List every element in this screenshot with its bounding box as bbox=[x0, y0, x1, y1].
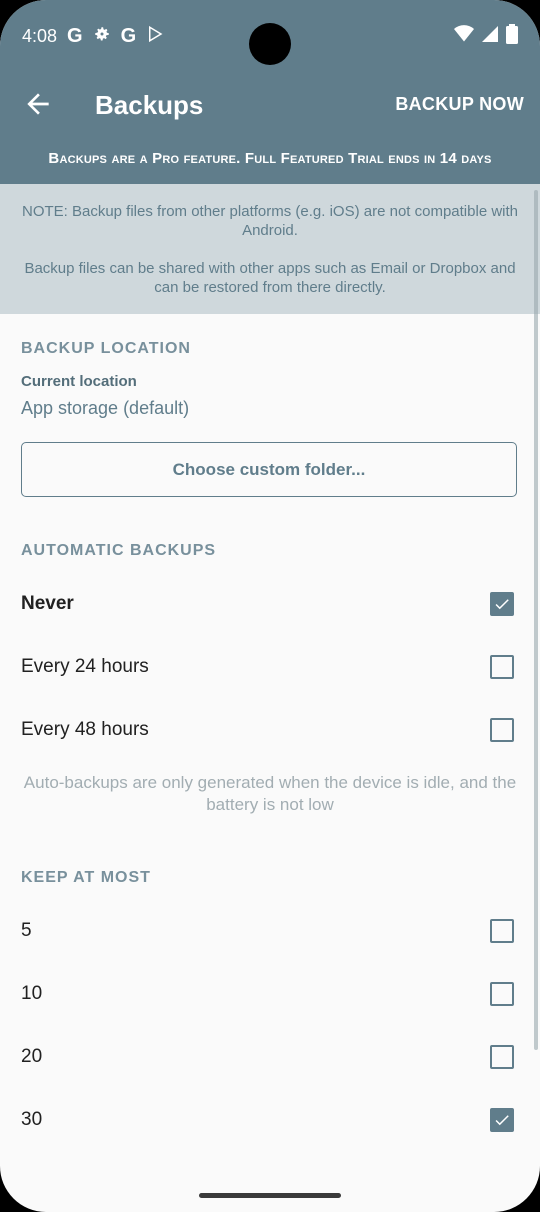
google-icon: G bbox=[120, 24, 137, 47]
keep-20-checkbox[interactable] bbox=[490, 1045, 514, 1069]
note-line-2: Backup files can be shared with other ap… bbox=[24, 260, 516, 296]
current-location-value: App storage (default) bbox=[21, 398, 190, 418]
current-location-label: Current location bbox=[21, 373, 137, 390]
option-label: Every 48 hours bbox=[21, 719, 149, 740]
keep-option-5[interactable]: 5 bbox=[0, 903, 540, 959]
section-title-keep-at-most: KEEP AT MOST bbox=[21, 869, 151, 886]
section-title-backup-location: BACKUP LOCATION bbox=[21, 340, 191, 357]
auto-backup-hint: Auto-backups are only generated when the… bbox=[23, 773, 517, 814]
settings-icon bbox=[93, 25, 111, 48]
option-label: Never bbox=[21, 593, 74, 614]
never-checkbox[interactable] bbox=[490, 592, 514, 616]
section-title-automatic-backups: AUTOMATIC BACKUPS bbox=[21, 542, 217, 559]
option-label: Every 24 hours bbox=[21, 656, 149, 677]
compatibility-note: NOTE: Backup files from other platforms … bbox=[0, 184, 540, 314]
keep-option-20[interactable]: 20 bbox=[0, 1029, 540, 1085]
keep-option-30[interactable]: 30 bbox=[0, 1092, 540, 1148]
choose-custom-folder-button[interactable]: Choose custom folder... bbox=[21, 442, 517, 497]
page-title: Backups bbox=[95, 90, 204, 120]
check-icon bbox=[495, 599, 509, 610]
every-48-hours-checkbox[interactable] bbox=[490, 718, 514, 742]
auto-backup-option-never[interactable]: Never bbox=[0, 576, 540, 632]
keep-30-checkbox[interactable] bbox=[490, 1108, 514, 1132]
signal-icon bbox=[482, 25, 498, 47]
keep-10-checkbox[interactable] bbox=[490, 982, 514, 1006]
auto-backup-option-48h[interactable]: Every 48 hours bbox=[0, 702, 540, 758]
play-store-icon bbox=[146, 25, 164, 48]
battery-icon bbox=[506, 23, 518, 49]
status-time: 4:08 bbox=[22, 25, 58, 46]
check-icon bbox=[495, 1115, 509, 1126]
keep-5-checkbox[interactable] bbox=[490, 919, 514, 943]
google-icon: G bbox=[67, 24, 83, 47]
option-label: 5 bbox=[21, 920, 32, 941]
every-24-hours-checkbox[interactable] bbox=[490, 655, 514, 679]
wifi-icon bbox=[454, 24, 474, 48]
option-label: 10 bbox=[21, 983, 43, 1004]
note-line-1: NOTE: Backup files from other platforms … bbox=[21, 203, 519, 239]
app-bar: 4:08 G G Backups BACKUP NOW Backups are … bbox=[0, 0, 540, 184]
keep-option-10[interactable]: 10 bbox=[0, 966, 540, 1022]
arrow-back-icon[interactable] bbox=[22, 88, 54, 120]
backup-now-button[interactable]: BACKUP NOW bbox=[395, 94, 524, 115]
gesture-home-bar[interactable] bbox=[199, 1193, 341, 1198]
auto-backup-option-24h[interactable]: Every 24 hours bbox=[0, 639, 540, 695]
backups-screen: 4:08 G G Backups BACKUP NOW Backups are … bbox=[0, 0, 540, 1212]
camera-cutout bbox=[249, 23, 291, 65]
option-label: 30 bbox=[21, 1109, 43, 1130]
option-label: 20 bbox=[21, 1046, 43, 1067]
trial-banner: Backups are a Pro feature. Full Featured… bbox=[48, 150, 492, 167]
